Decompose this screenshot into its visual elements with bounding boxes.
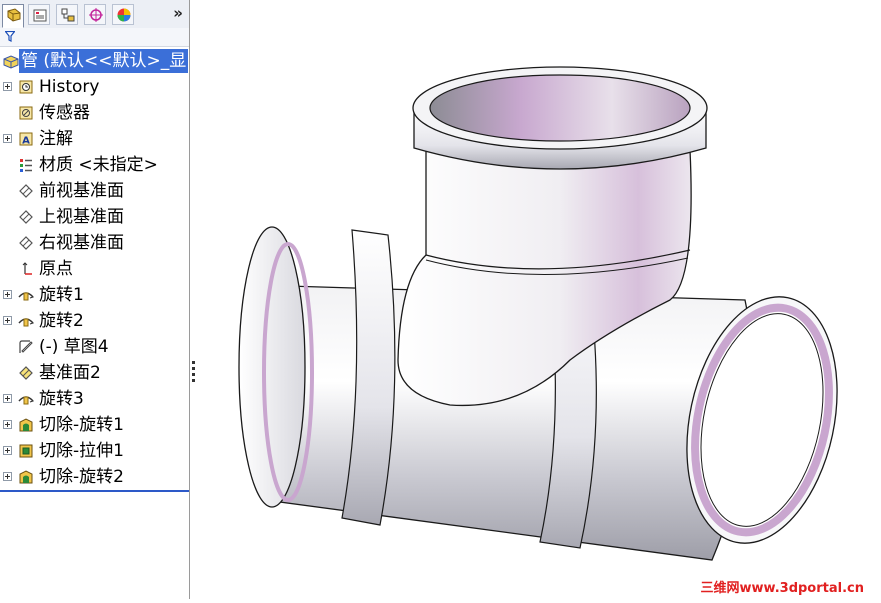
revolve-icon <box>18 292 34 301</box>
revolve-icon <box>18 318 34 327</box>
plane-icon <box>19 236 33 250</box>
feature-manager-panel: » 管 (默认<<默认>_显 History 传感器 A 注解 材质 <未指定> <box>0 0 190 599</box>
svg-text:A: A <box>22 136 30 147</box>
part-icon <box>3 55 19 69</box>
tree-item-revolve2[interactable]: 旋转2 <box>0 308 189 334</box>
cut-revolve-icon <box>19 470 33 484</box>
plane-icon <box>19 366 33 380</box>
tree-item-cut-extrude1[interactable]: 切除-拉伸1 <box>0 438 189 464</box>
tree-end-rollback-bar[interactable] <box>0 490 189 492</box>
history-icon <box>19 80 33 94</box>
tree-item-label: 原点 <box>39 259 73 279</box>
tree-item-front-plane[interactable]: 前视基准面 <box>0 178 189 204</box>
filter-icon[interactable] <box>5 31 15 42</box>
tree-item-annotations[interactable]: A 注解 <box>0 126 189 152</box>
tree-item-label: 材质 <未指定> <box>39 155 158 175</box>
expand-icon[interactable] <box>3 316 12 325</box>
expand-icon[interactable] <box>3 82 12 91</box>
featuremanager-icon <box>7 8 21 22</box>
expand-icon[interactable] <box>3 290 12 299</box>
cut-revolve-icon <box>19 418 33 432</box>
plane-icon <box>19 210 33 224</box>
tree-root-label: 管 (默认<<默认>_显 <box>19 49 189 73</box>
tree-item-label: 注解 <box>39 129 73 149</box>
expand-icon[interactable] <box>3 394 12 403</box>
tree-item-revolve1[interactable]: 旋转1 <box>0 282 189 308</box>
annotation-icon: A <box>19 132 33 147</box>
tab-dimxpertmanager[interactable] <box>84 4 106 25</box>
tree-item-label: 上视基准面 <box>39 207 124 227</box>
tree-item-label: 切除-旋转1 <box>39 415 124 435</box>
tab-configurationmanager[interactable] <box>56 4 78 25</box>
expand-icon[interactable] <box>3 420 12 429</box>
expand-icon[interactable] <box>3 446 12 455</box>
material-icon <box>20 159 32 172</box>
tree-item-label: 基准面2 <box>39 363 101 383</box>
tree-item-label: 切除-旋转2 <box>39 467 124 487</box>
overflow-chevron-icon[interactable]: » <box>173 4 183 22</box>
tab-displaymanager[interactable] <box>112 4 134 25</box>
tree-item-right-plane[interactable]: 右视基准面 <box>0 230 189 256</box>
tree-item-label: 旋转1 <box>39 285 84 305</box>
origin-icon <box>22 262 32 275</box>
tree-item-label: (-) 草图4 <box>39 337 109 357</box>
sketch-icon <box>19 340 33 353</box>
tree-root-part[interactable]: 管 (默认<<默认>_显 <box>0 48 189 74</box>
watermark-text: 三维网www.3dportal.cn <box>700 581 864 596</box>
propertymanager-icon <box>33 9 47 22</box>
cut-extrude-icon <box>19 444 33 458</box>
tree-item-label: 旋转2 <box>39 311 84 331</box>
tab-propertymanager[interactable] <box>28 4 50 25</box>
tee-pipe-model[interactable] <box>191 0 881 599</box>
tree-item-plane2[interactable]: 基准面2 <box>0 360 189 386</box>
graphics-viewport[interactable] <box>191 0 881 599</box>
tree-item-cut-revolve1[interactable]: 切除-旋转1 <box>0 412 189 438</box>
tree-item-sensors[interactable]: 传感器 <box>0 100 189 126</box>
configuration-icon <box>61 8 75 22</box>
tree-item-label: 传感器 <box>39 103 90 123</box>
manager-tab-bar: » <box>0 0 189 29</box>
expand-icon[interactable] <box>3 134 12 143</box>
tree-item-sketch4[interactable]: (-) 草图4 <box>0 334 189 360</box>
tab-featuremanager[interactable] <box>2 4 24 28</box>
plane-icon <box>19 184 33 198</box>
sensor-icon <box>19 106 33 120</box>
tree-item-history[interactable]: History <box>0 74 189 100</box>
tree-item-material[interactable]: 材质 <未指定> <box>0 152 189 178</box>
tree-item-label: History <box>39 77 100 97</box>
expand-icon[interactable] <box>3 472 12 481</box>
displaymanager-icon <box>117 8 131 22</box>
filter-bar <box>0 28 189 47</box>
tree-item-label: 切除-拉伸1 <box>39 441 124 461</box>
tree-item-top-plane[interactable]: 上视基准面 <box>0 204 189 230</box>
tree-item-cut-revolve2[interactable]: 切除-旋转2 <box>0 464 189 490</box>
tree-item-origin[interactable]: 原点 <box>0 256 189 282</box>
tree-item-label: 前视基准面 <box>39 181 124 201</box>
tree-item-label: 右视基准面 <box>39 233 124 253</box>
tree-item-revolve3[interactable]: 旋转3 <box>0 386 189 412</box>
feature-tree: 管 (默认<<默认>_显 History 传感器 A 注解 材质 <未指定> 前… <box>0 48 189 490</box>
revolve-icon <box>18 396 34 405</box>
dimxpert-icon <box>89 8 103 22</box>
tree-item-label: 旋转3 <box>39 389 84 409</box>
top-socket-bore <box>429 74 691 142</box>
